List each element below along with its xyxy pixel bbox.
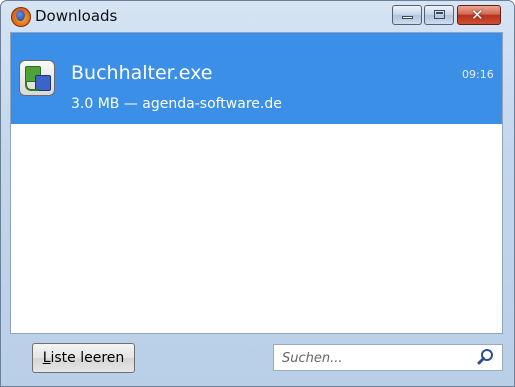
maximize-icon: [434, 10, 445, 19]
close-icon: ✕: [471, 6, 484, 24]
clear-list-button[interactable]: Liste leeren: [32, 343, 135, 373]
exe-file-icon: [19, 60, 55, 96]
maximize-button[interactable]: [424, 5, 454, 25]
file-icon-arrow: [25, 81, 39, 91]
downloads-list[interactable]: Buchhalter.exe 3.0 MB — agenda-software.…: [10, 32, 503, 334]
download-details: 3.0 MB — agenda-software.de: [71, 96, 282, 112]
downloads-window: Downloads ✕ Buchhalter.exe 3.0 MB — agen…: [0, 0, 515, 387]
clear-list-label: iste leeren: [50, 350, 125, 366]
download-filename: Buchhalter.exe: [71, 62, 213, 84]
download-item[interactable]: Buchhalter.exe 3.0 MB — agenda-software.…: [11, 33, 502, 124]
search-input[interactable]: [282, 348, 472, 368]
minimize-icon: [402, 16, 413, 19]
title-bar[interactable]: Downloads ✕: [1, 1, 514, 31]
firefox-icon[interactable]: [11, 7, 31, 27]
search-icon[interactable]: [477, 348, 495, 366]
close-button[interactable]: ✕: [457, 5, 501, 25]
download-time: 09:16: [462, 68, 494, 81]
bottom-bar: Liste leeren: [10, 335, 503, 381]
search-box[interactable]: [273, 344, 503, 371]
minimize-button[interactable]: [392, 5, 422, 25]
clear-list-accelerator: L: [42, 350, 51, 366]
window-title: Downloads: [35, 7, 118, 25]
